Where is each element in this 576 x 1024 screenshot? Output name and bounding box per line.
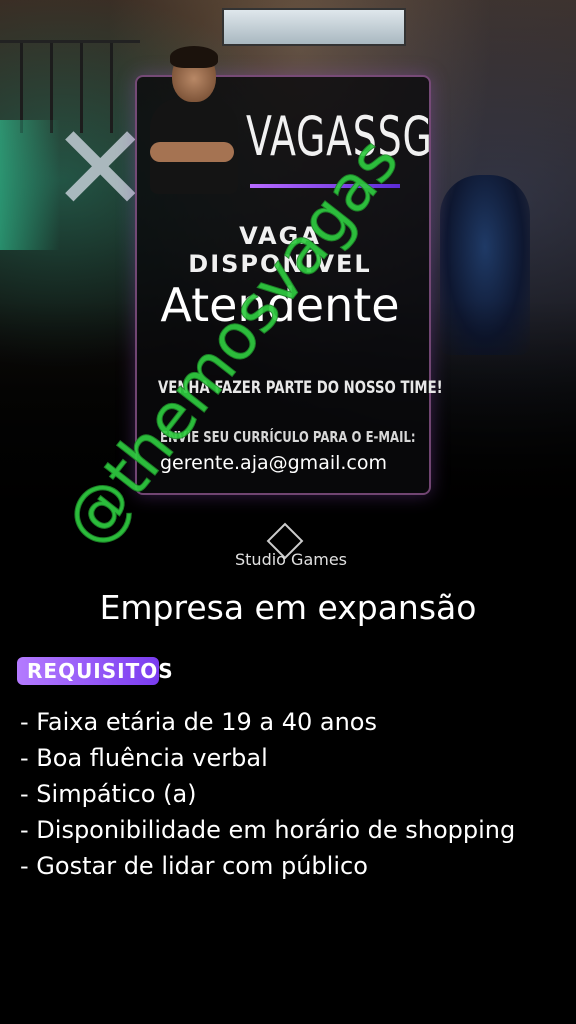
requirements-list: Faixa etária de 19 a 40 anos Boa fluênci… (20, 704, 515, 884)
list-item: Boa fluência verbal (20, 740, 515, 776)
studio-name: Studio Games (235, 550, 348, 569)
contact-email[interactable]: gerente.aja@gmail.com (160, 452, 420, 474)
list-item: Simpático (a) (20, 776, 515, 812)
requirements-badge: REQUISITOS (17, 657, 173, 685)
company-note: Empresa em expansão (99, 588, 477, 627)
job-poster: ✕ VAGASSG VAGA DISPONÍVEL Atendente VENH… (0, 0, 576, 1024)
list-item: Faixa etária de 19 a 40 anos (20, 704, 515, 740)
x-logo-icon: ✕ (50, 100, 151, 239)
promoter-photo (150, 46, 238, 200)
list-item: Disponibilidade em horário de shopping (20, 812, 515, 848)
tv-screen (222, 8, 406, 46)
list-item: Gostar de lidar com público (20, 848, 515, 884)
